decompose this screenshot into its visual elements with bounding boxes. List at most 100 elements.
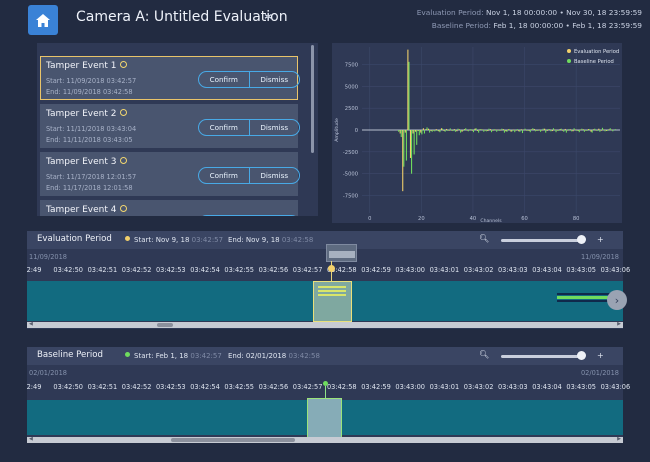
tamper-event-card[interactable]: Tamper Event 1 Start: 11/09/2018 03:42:5…	[40, 56, 300, 100]
zoom-slider-handle[interactable]	[577, 235, 586, 244]
tamper-event-title-text: Tamper Event 4	[46, 205, 117, 215]
amplitude-chart-panel: -7500 -5000 -2500 0 2500 5000 7500 0 20 40 60 80 Cha…	[332, 43, 622, 224]
chart-bar	[452, 130, 454, 132]
time-tick-label: 2:49	[26, 383, 42, 391]
scroll-right-arrow-icon[interactable]: ▶	[617, 436, 621, 442]
zoom-in-icon[interactable]: +	[597, 351, 604, 360]
scrollbar-thumb[interactable]	[157, 323, 173, 327]
time-tick-label: 03:42:51	[87, 266, 118, 274]
chart-bar	[400, 130, 402, 137]
scrollbar-thumb[interactable]	[171, 438, 295, 442]
chart-bar	[434, 130, 436, 132]
chart-bar	[493, 129, 495, 130]
chart-bar	[524, 128, 526, 130]
time-tick-label: 03:42:57	[292, 266, 323, 274]
chart-bar	[593, 129, 595, 130]
chart-bar	[497, 129, 499, 131]
chart-bar	[480, 129, 482, 130]
x-tick-label: 20	[418, 216, 425, 222]
scroll-left-arrow-icon[interactable]: ◀	[29, 436, 33, 442]
zoom-slider[interactable]	[501, 239, 581, 242]
chart-bar	[531, 129, 533, 130]
chart-bar	[462, 130, 464, 131]
chart-bar	[547, 129, 549, 130]
selected-segment[interactable]	[307, 398, 342, 438]
dismiss-button[interactable]: Dismiss	[248, 120, 300, 135]
zoom-out-icon[interactable]: 🔍︎	[479, 350, 489, 359]
chart-bar	[418, 130, 420, 136]
end-date: 02/01/2018	[245, 352, 287, 360]
time-tick-label: 03:42:59	[361, 383, 391, 391]
confirm-button[interactable]: Confirm	[199, 120, 249, 135]
chart-bar	[449, 128, 451, 130]
time-tick-label: 03:43:03	[497, 266, 528, 274]
legend-marker	[567, 49, 571, 53]
zoom-out-icon[interactable]: 🔍︎	[479, 234, 489, 243]
start-time: 03:42:57	[190, 352, 222, 360]
chart-bar	[534, 130, 536, 132]
chart-bar	[416, 130, 418, 145]
time-tick-label: 03:43:00	[395, 266, 425, 274]
chart-bar	[562, 130, 564, 131]
confirm-button[interactable]: Confirm	[199, 72, 249, 87]
baseline-period-label: Baseline Period:	[431, 21, 492, 30]
chart-bar	[550, 130, 552, 132]
events-scrollbar[interactable]	[311, 45, 314, 153]
dismiss-button[interactable]: Dismiss	[248, 168, 300, 183]
chart-bar	[542, 128, 544, 130]
chart-bar	[465, 128, 467, 130]
chart-bar	[507, 129, 510, 130]
confirm-button[interactable]: Confirm	[199, 168, 249, 183]
chart-bar	[426, 127, 428, 130]
gear-icon[interactable]: ✲	[264, 12, 272, 23]
chart-bar	[586, 130, 588, 131]
segment-marker	[318, 294, 346, 296]
legend-marker	[567, 59, 571, 63]
x-tick-label: 60	[521, 216, 528, 222]
dismiss-button[interactable]: Dismiss	[248, 72, 300, 87]
evaluation-timeline-scrollbar[interactable]: ◀ ▶	[27, 321, 623, 328]
baseline-period-value: Feb 1, 18 00:00:00 • Feb 1, 18 23:59:59	[493, 21, 642, 30]
evaluation-dot-icon	[125, 236, 130, 241]
event-marker-icon	[120, 205, 128, 212]
chart-bar	[600, 130, 602, 131]
home-button[interactable]	[28, 5, 58, 35]
tamper-event-card[interactable]: Tamper Event 4	[40, 200, 300, 216]
tamper-event-title: Tamper Event 2	[46, 109, 128, 119]
tamper-event-card[interactable]: Tamper Event 2 Start: 11/11/2018 03:43:0…	[40, 104, 300, 148]
chart-bar	[408, 61, 410, 130]
evaluation-timeline-title: Evaluation Period	[37, 234, 112, 244]
baseline-period-summary: Baseline Period: Feb 1, 18 00:00:00 • Fe…	[432, 21, 642, 30]
legend-label: Evaluation Period	[574, 49, 619, 55]
chart-bar	[545, 130, 547, 133]
start-label: Start:	[134, 236, 154, 244]
scroll-right-button[interactable]: ›	[607, 290, 627, 310]
zoom-in-icon[interactable]: +	[597, 235, 604, 244]
zoom-slider-handle[interactable]	[577, 351, 586, 360]
time-tick-label: 03:42:51	[87, 383, 118, 391]
chart-bar	[503, 130, 505, 133]
scroll-left-arrow-icon[interactable]: ◀	[29, 321, 33, 327]
chart-bar	[569, 129, 571, 130]
playhead-marker[interactable]	[328, 265, 335, 272]
x-tick-label: 0	[368, 216, 371, 222]
camera-thumbnail-image	[329, 251, 355, 258]
chart-bar	[492, 130, 494, 131]
evaluation-timeline: Evaluation Period Start: Nov 9, 18 03:42…	[27, 231, 630, 329]
camera-thumbnail[interactable]	[326, 244, 357, 262]
page-title: Camera A: Untitled Evaluation	[76, 9, 288, 25]
zoom-slider[interactable]	[501, 355, 581, 358]
tamper-event-card[interactable]: Tamper Event 3 Start: 11/17/2018 12:01:5…	[40, 152, 300, 196]
baseline-timeline-scrollbar[interactable]: ◀ ▶	[27, 436, 623, 443]
selected-segment[interactable]	[313, 281, 352, 322]
y-tick-label: -7500	[343, 194, 358, 200]
chart-bar	[576, 130, 578, 131]
chart-bar	[489, 129, 491, 130]
chart-bar	[591, 130, 593, 133]
scroll-right-arrow-icon[interactable]: ▶	[617, 321, 621, 327]
start-date: Feb 1, 18	[155, 352, 189, 360]
time-tick-label: 03:42:50	[53, 383, 83, 391]
timeline-end-date: 11/09/2018	[580, 253, 619, 261]
chart-bar	[515, 130, 517, 131]
tamper-event-actions: Confirm Dismiss	[198, 167, 300, 184]
